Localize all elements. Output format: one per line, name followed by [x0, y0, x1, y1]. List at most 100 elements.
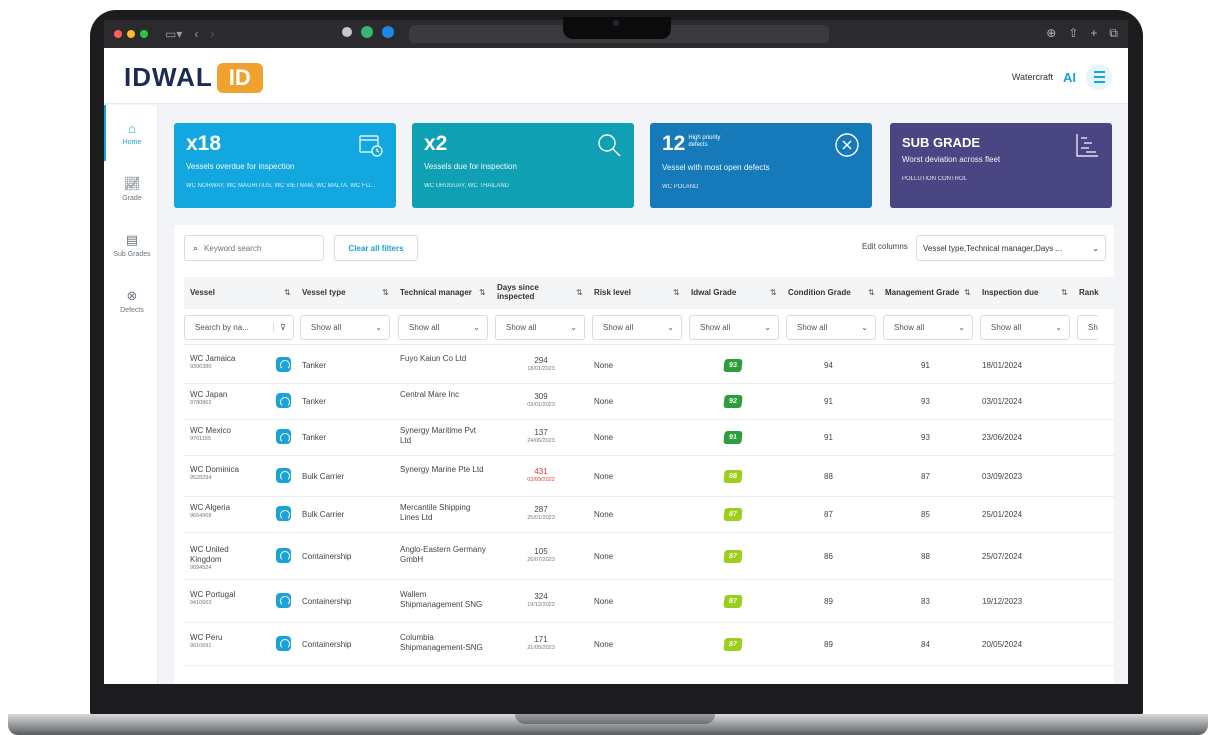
kpi-value: x18: [186, 132, 222, 155]
sort-icon[interactable]: ⇅: [964, 288, 971, 297]
column-filter-select[interactable]: Show all ⌄: [689, 315, 779, 340]
column-header[interactable]: Idwal Grade: [691, 277, 771, 309]
table-row[interactable]: WC United Kingdom 9094524 Containership …: [184, 533, 1114, 580]
column-filter-select[interactable]: Show all ⌄: [398, 315, 488, 340]
column-filter-select[interactable]: Show all ⌄: [300, 315, 390, 340]
sort-icon[interactable]: ⇅: [382, 288, 389, 297]
vessel-name[interactable]: WC Jamaica: [190, 354, 235, 363]
clear-filters-button[interactable]: Clear all filters: [334, 235, 418, 261]
sidebar-item-grade[interactable]: 📈︎ Grade: [104, 161, 158, 217]
filter-value: Show all: [603, 323, 634, 332]
vessel-cell[interactable]: WC Dominica 9528294: [190, 465, 245, 483]
vessel-cell[interactable]: WC Mexico 9761165: [190, 426, 245, 444]
vessel-report-icon[interactable]: [276, 393, 291, 408]
sidebar-icon[interactable]: ▭▾: [165, 27, 182, 41]
sort-icon[interactable]: ⇅: [673, 288, 680, 297]
technical-manager: Columbia Shipmanagement-SNG: [400, 632, 483, 652]
column-header[interactable]: Management Grade: [885, 277, 965, 309]
sort-icon[interactable]: ⇅: [770, 288, 777, 297]
vessel-cell[interactable]: WC Jamaica 9396380: [190, 354, 245, 372]
column-header[interactable]: Condition Grade: [788, 277, 868, 309]
pinned-tab-icon[interactable]: [382, 26, 394, 38]
sort-icon[interactable]: ⇅: [868, 288, 875, 297]
column-header[interactable]: Technical manager: [400, 277, 480, 309]
minimize-window-button[interactable]: [127, 30, 135, 38]
column-header[interactable]: Inspection due: [982, 277, 1062, 309]
search-input[interactable]: [204, 243, 305, 253]
vessel-cell[interactable]: WC Japan 9780862: [190, 390, 245, 408]
table-row[interactable]: WC Jamaica 9396380 Tanker Fuyo Kaiun Co …: [184, 347, 1114, 384]
sidebar-item-label: Grade: [122, 195, 142, 202]
table-row[interactable]: WC Mexico 9761165 Tanker Synergy Maritim…: [184, 420, 1114, 456]
vessel-report-icon[interactable]: [276, 635, 291, 651]
table-row[interactable]: WC Japan 9780862 Tanker Central Mare Inc…: [184, 384, 1114, 420]
vessel-name[interactable]: WC Dominica: [190, 465, 239, 474]
vessel-cell[interactable]: WC Peru 9610691: [190, 633, 245, 651]
column-header[interactable]: Rank: [1079, 277, 1109, 309]
column-filter-select[interactable]: Show all ⌄: [495, 315, 585, 340]
vessel-report-icon[interactable]: [276, 506, 291, 521]
column-filter-select[interactable]: Show all ⌄: [786, 315, 876, 340]
sidebar-item-sub-grades[interactable]: ▤ Sub Grades: [104, 217, 158, 273]
new-tab-icon[interactable]: +: [1090, 26, 1097, 41]
column-filter-select[interactable]: Show all ⌄: [592, 315, 682, 340]
vessel-report-icon[interactable]: [276, 592, 291, 608]
share-icon[interactable]: ⇧: [1068, 26, 1078, 41]
column-filter-select[interactable]: Show all ⌄: [980, 315, 1070, 340]
column-filter-select[interactable]: Sh: [1077, 315, 1099, 340]
sidebar-item-home[interactable]: ⌂ Home: [104, 105, 158, 161]
account-name[interactable]: Watercraft: [1012, 72, 1053, 82]
table-row[interactable]: WC Algeria 9664968 Bulk Carrier Mercanti…: [184, 497, 1114, 533]
kpi-card-defects[interactable]: 12 High priority defects Vessel with most…: [650, 123, 872, 208]
table-row[interactable]: WC Portugal 9410663 Containership Wallem…: [184, 580, 1114, 623]
vessel-type: Tanker: [302, 433, 327, 442]
vessel-cell[interactable]: WC United Kingdom 9094524: [190, 545, 245, 573]
sidebar-item-defects[interactable]: ⊗ Defects: [104, 273, 158, 329]
column-header[interactable]: Vessel type: [302, 277, 382, 309]
keyword-search[interactable]: ⌕: [184, 235, 324, 261]
vessel-name[interactable]: WC United Kingdom: [190, 545, 229, 564]
ai-button[interactable]: AI: [1063, 70, 1076, 85]
vessel-report-icon[interactable]: [276, 547, 291, 563]
close-window-button[interactable]: [114, 30, 122, 38]
columns-select[interactable]: Vessel type,Technical manager,Days ... ⌄: [916, 235, 1106, 261]
vessel-name[interactable]: WC Algeria: [190, 503, 230, 512]
vessel-name[interactable]: WC Peru: [190, 633, 222, 642]
pinned-tab-icon[interactable]: [361, 26, 373, 38]
kpi-card-due[interactable]: x2 Vessels due for inspection WC URUGUAY…: [412, 123, 634, 208]
column-header[interactable]: Vessel: [190, 277, 270, 309]
days-since-inspected: 294 18/01/2023: [511, 356, 571, 374]
back-icon[interactable]: ‹: [194, 27, 198, 41]
idwal-logo[interactable]: IDWAL ID: [124, 62, 263, 93]
tabs-icon[interactable]: ⧉: [1109, 26, 1118, 41]
column-filter-select[interactable]: Show all ⌄: [883, 315, 973, 340]
sort-icon[interactable]: ⇅: [479, 288, 486, 297]
vessel-report-icon[interactable]: [276, 467, 291, 483]
menu-icon[interactable]: [1086, 64, 1112, 90]
vessel-name[interactable]: WC Portugal: [190, 590, 235, 599]
sort-icon[interactable]: ⇅: [576, 288, 583, 297]
kpi-card-overdue[interactable]: x18 Vessels overdue for inspection WC NO…: [174, 123, 396, 208]
days-since-inspected: 431 03/09/2022: [511, 467, 571, 485]
vessel-name[interactable]: WC Japan: [190, 390, 227, 399]
vessel-name[interactable]: WC Mexico: [190, 426, 231, 435]
table-row[interactable]: WC Peru 9610691 Containership Columbia S…: [184, 623, 1114, 666]
vessel-cell[interactable]: WC Portugal 9410663: [190, 590, 245, 608]
table-row[interactable]: WC Dominica 9528294 Bulk Carrier Synergy…: [184, 456, 1114, 497]
filter-icon[interactable]: ⊽: [273, 323, 286, 332]
vessel-report-icon[interactable]: [276, 356, 291, 372]
kpi-card-subgrade[interactable]: SUB GRADE Worst deviation across fleet P…: [890, 123, 1112, 208]
inspection-due: 03/01/2024: [982, 397, 1023, 406]
inspection-date: 19/12/2022: [527, 601, 555, 608]
column-header[interactable]: Days since inspected: [497, 277, 577, 309]
vessel-cell[interactable]: WC Algeria 9664968: [190, 503, 245, 521]
maximize-window-button[interactable]: [140, 30, 148, 38]
vessel-report-icon[interactable]: [276, 429, 291, 444]
column-header[interactable]: Risk level: [594, 277, 674, 309]
sort-icon[interactable]: ⇅: [1061, 288, 1068, 297]
forward-icon[interactable]: ›: [210, 27, 214, 41]
pinned-tab-icon[interactable]: [342, 27, 352, 37]
sort-icon[interactable]: ⇅: [284, 288, 291, 297]
download-icon[interactable]: ⊕: [1046, 26, 1056, 41]
vessel-name-filter[interactable]: Search by na... ⊽: [184, 315, 294, 340]
